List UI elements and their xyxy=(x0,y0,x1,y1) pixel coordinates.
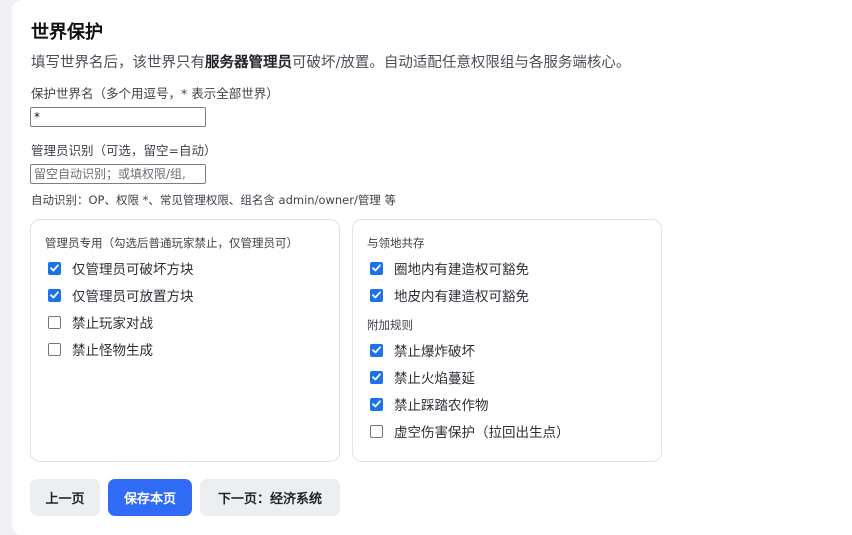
option-label: 禁止踩踏农作物 xyxy=(394,398,489,414)
option-disable-pvp[interactable]: 禁止玩家对战 xyxy=(48,313,153,332)
compat-rules-card: 与领地共存 圈地内有建造权可豁免 地皮内有建造权可豁免 附加规则 禁止爆炸破坏 … xyxy=(352,219,662,462)
checkbox[interactable] xyxy=(370,424,383,438)
admin-only-card: 管理员专用（勾选后普通玩家禁止，仅管理员可） 仅管理员可破坏方块 仅管理员可放置… xyxy=(30,219,340,462)
checkbox[interactable] xyxy=(370,343,383,357)
option-label: 禁止玩家对战 xyxy=(72,316,153,332)
page-title: 世界保护 xyxy=(31,22,103,43)
option-label: 虚空伤害保护（拉回出生点） xyxy=(394,425,570,441)
auto-detect-hint: 自动识别：OP、权限 *、常见管理权限、组名含 admin/owner/管理 等 xyxy=(31,193,397,207)
checkbox[interactable] xyxy=(370,261,383,275)
option-plot-exempt[interactable]: 地皮内有建造权可豁免 xyxy=(370,286,529,305)
admin-only-section-title: 管理员专用（勾选后普通玩家禁止，仅管理员可） xyxy=(45,236,298,250)
extra-rules-section-title: 附加规则 xyxy=(367,318,413,332)
option-no-fire-spread[interactable]: 禁止火焰蔓延 xyxy=(370,368,475,387)
option-label: 仅管理员可放置方块 xyxy=(72,289,194,305)
checkbox[interactable] xyxy=(48,315,61,329)
checkbox[interactable] xyxy=(370,288,383,302)
world-name-label: 保护世界名（多个用逗号，* 表示全部世界） xyxy=(31,86,279,101)
checkbox[interactable] xyxy=(48,261,61,275)
checkbox[interactable] xyxy=(48,342,61,356)
description-bold: 服务器管理员 xyxy=(205,55,292,71)
world-name-input[interactable] xyxy=(30,107,206,127)
description-suffix: 可破坏/放置。自动适配任意权限组与各服务端核心。 xyxy=(292,55,631,71)
option-admin-only-place[interactable]: 仅管理员可放置方块 xyxy=(48,286,194,305)
checkbox[interactable] xyxy=(48,288,61,302)
option-label: 禁止火焰蔓延 xyxy=(394,371,475,387)
option-no-crop-trample[interactable]: 禁止踩踏农作物 xyxy=(370,395,489,414)
option-label: 地皮内有建造权可豁免 xyxy=(394,289,529,305)
save-page-button[interactable]: 保存本页 xyxy=(108,479,192,516)
option-void-protection[interactable]: 虚空伤害保护（拉回出生点） xyxy=(370,422,570,441)
option-label: 圈地内有建造权可豁免 xyxy=(394,262,529,278)
page-description: 填写世界名后，该世界只有服务器管理员可破坏/放置。自动适配任意权限组与各服务端核… xyxy=(31,51,630,72)
option-admin-only-break[interactable]: 仅管理员可破坏方块 xyxy=(48,259,194,278)
admin-id-input[interactable] xyxy=(30,164,206,184)
option-disable-mob-spawn[interactable]: 禁止怪物生成 xyxy=(48,340,153,359)
option-label: 禁止爆炸破坏 xyxy=(394,344,475,360)
next-page-button[interactable]: 下一页：经济系统 xyxy=(200,479,340,516)
prev-page-button[interactable]: 上一页 xyxy=(30,479,100,516)
checkbox[interactable] xyxy=(370,370,383,384)
option-label: 仅管理员可破坏方块 xyxy=(72,262,194,278)
description-prefix: 填写世界名后，该世界只有 xyxy=(31,55,205,71)
option-label: 禁止怪物生成 xyxy=(72,343,153,359)
settings-panel: 世界保护 填写世界名后，该世界只有服务器管理员可破坏/放置。自动适配任意权限组与… xyxy=(12,0,852,535)
option-claim-exempt[interactable]: 圈地内有建造权可豁免 xyxy=(370,259,529,278)
option-no-explosion[interactable]: 禁止爆炸破坏 xyxy=(370,341,475,360)
checkbox[interactable] xyxy=(370,397,383,411)
land-coexist-section-title: 与领地共存 xyxy=(367,236,425,250)
admin-id-label: 管理员识别（可选，留空=自动） xyxy=(31,143,217,158)
